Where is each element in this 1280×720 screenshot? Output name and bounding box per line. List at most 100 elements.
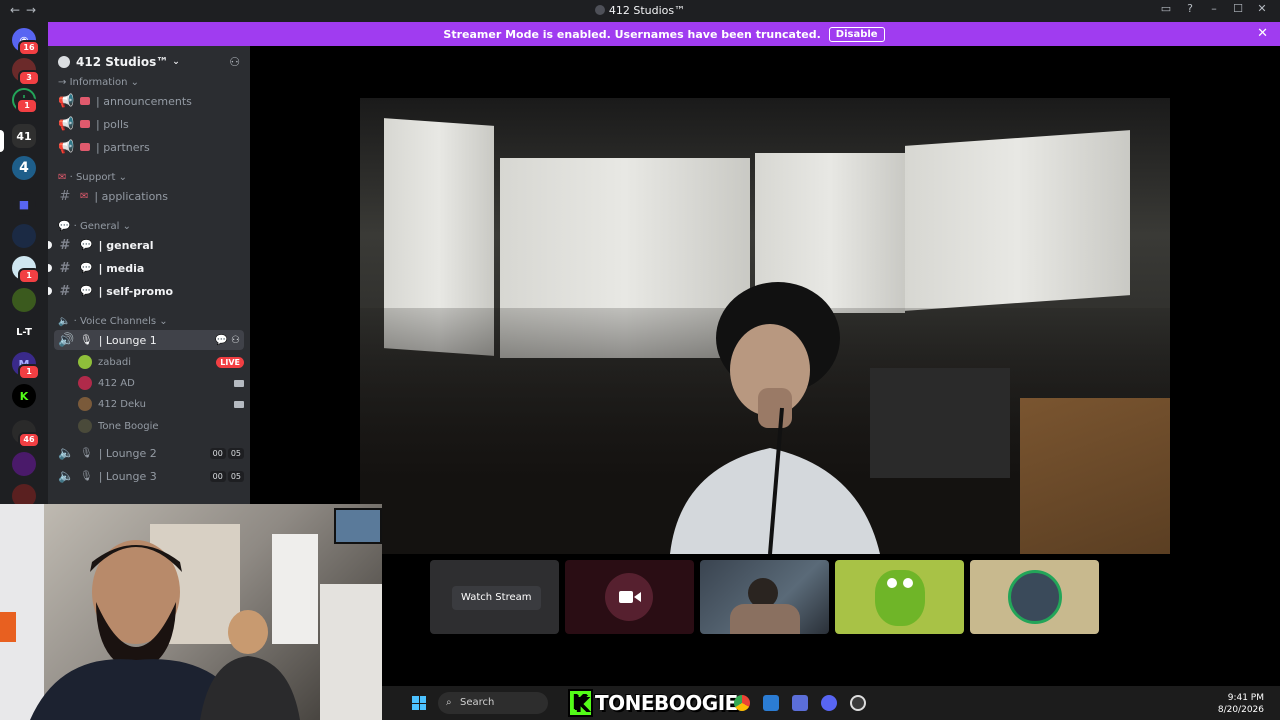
megaphone-icon: 📢	[58, 116, 75, 132]
chrome-icon[interactable]	[734, 695, 750, 711]
channel-label: | Lounge 2	[98, 446, 157, 460]
unread-indicator	[48, 241, 52, 249]
server-icon-4[interactable]: 4	[12, 156, 36, 180]
badge: 16	[18, 40, 40, 56]
badge: 1	[16, 98, 38, 114]
guild-icon	[58, 56, 70, 68]
channel-partners[interactable]: 📢 | partners	[58, 137, 244, 157]
voice-channel-lounge-3[interactable]: 🔈 🎙 | Lounge 3 00 05	[58, 466, 244, 486]
help-icon[interactable]: ?	[1178, 2, 1202, 15]
server-icon-9[interactable]: 46	[12, 420, 40, 448]
hash-icon: #	[59, 283, 71, 299]
chat-and-invite-icons[interactable]: 💬 ⚇	[215, 335, 244, 346]
app-icon-2[interactable]	[850, 695, 866, 711]
close-icon[interactable]: ✕	[1257, 26, 1268, 41]
watch-stream-button[interactable]: Watch Stream	[452, 586, 541, 610]
voice-user-zabadi[interactable]: zabadi LIVE	[78, 352, 244, 372]
participant-tile-tone-boogie[interactable]	[970, 560, 1099, 634]
voice-channel-lounge-1[interactable]: 🔊 🎙 | Lounge 1 💬 ⚇	[54, 330, 244, 350]
category-label: Information	[69, 77, 128, 88]
category-general[interactable]: 💬 · General ⌄	[58, 221, 131, 232]
video-scene	[334, 508, 382, 544]
microphone-icon: 🎙	[80, 447, 93, 459]
server-icon-5[interactable]	[12, 224, 36, 248]
channel-label: | partners	[96, 140, 150, 154]
streamer-person	[670, 282, 880, 554]
taskbar-search[interactable]: ⌕ Search	[438, 692, 548, 714]
user-name: zabadi	[98, 356, 131, 368]
channel-announcements[interactable]: 📢 | announcements	[58, 91, 244, 111]
voice-user-412-ad[interactable]: 412 AD	[78, 373, 244, 393]
channel-label: | general	[98, 238, 154, 252]
speaker-icon: 🔈	[58, 316, 71, 327]
guild-header[interactable]: 412 Studios™ ⌄ ⚇	[48, 46, 250, 78]
screen: ←→ 412 Studios™ ▭ ? – ☐ ✕ ◉16 3 +1 41 4 …	[0, 0, 1280, 720]
disable-button[interactable]: Disable	[828, 26, 885, 42]
stream-tile[interactable]: Watch Stream	[430, 560, 559, 634]
server-icon-kick[interactable]: K	[12, 384, 36, 408]
voice-user-tone-boogie[interactable]: Tone Boogie	[78, 416, 244, 436]
server-icon-7[interactable]	[12, 288, 36, 312]
voice-channel-lounge-2[interactable]: 🔈 🎙 | Lounge 2 00 05	[58, 443, 244, 463]
unread-indicator	[48, 287, 52, 295]
category-support[interactable]: ✉ · Support ⌄	[58, 172, 127, 183]
channel-polls[interactable]: 📢 | polls	[58, 114, 244, 134]
channel-self-promo[interactable]: # 💬 | self-promo	[48, 281, 244, 301]
mail-icon[interactable]	[763, 695, 779, 711]
minimize-icon[interactable]: –	[1202, 2, 1226, 15]
inbox-icon[interactable]: ▭	[1154, 2, 1178, 15]
taskbar-clock[interactable]: 9:41 PM 8/20/2026	[1218, 692, 1264, 716]
user-limit: 00 05	[209, 447, 244, 459]
streamer-mode-banner: Streamer Mode is enabled. Usernames have…	[48, 22, 1280, 46]
channel-label: | applications	[94, 189, 169, 203]
discord-icon[interactable]	[821, 695, 837, 711]
avatar	[78, 397, 92, 411]
participant-tile-zabadi[interactable]	[835, 560, 964, 634]
voice-user-412-deku[interactable]: 412 Deku	[78, 394, 244, 414]
selected-indicator	[0, 130, 4, 152]
participant-tile-412-ad[interactable]	[565, 560, 694, 634]
channel-logo-text: TONEBOOGIE	[595, 691, 738, 715]
avatar	[78, 419, 92, 433]
server-icon-m[interactable]: M1	[12, 352, 40, 380]
server-icon-6[interactable]: 1	[12, 256, 40, 284]
speech-bubble-icon: 💬	[58, 221, 71, 232]
microphone-icon: 🎙	[80, 470, 93, 482]
badge: 3	[18, 70, 40, 86]
channel-applications[interactable]: # ✉ | applications	[58, 186, 244, 206]
server-icon-10[interactable]	[12, 452, 36, 476]
channel-media[interactable]: # 💬 | media	[48, 258, 244, 278]
home-discord-icon[interactable]: ◉16	[12, 28, 40, 56]
megaphone-icon: 📢	[58, 139, 75, 155]
close-window-icon[interactable]: ✕	[1250, 2, 1274, 15]
folder-icon[interactable]: ■	[12, 192, 36, 216]
category-label: Voice Channels	[80, 316, 157, 327]
channel-label: | self-promo	[98, 284, 174, 298]
category-information[interactable]: → Information ⌄	[58, 77, 139, 88]
avatar	[887, 578, 897, 588]
search-icon: ⌕	[446, 697, 452, 708]
server-icon-412[interactable]: 41	[12, 124, 36, 148]
user-name: Tone Boogie	[98, 420, 159, 432]
count: 00	[209, 470, 226, 482]
video-scene	[730, 604, 800, 634]
participant-tile-412-deku[interactable]	[700, 560, 829, 634]
channel-label: | Lounge 3	[98, 469, 157, 483]
add-server-icon[interactable]: +1	[12, 88, 38, 114]
maximize-icon[interactable]: ☐	[1226, 2, 1250, 15]
avatar	[78, 376, 92, 390]
megaphone-icon: 📢	[58, 93, 75, 109]
hash-icon: #	[59, 260, 71, 276]
main-video-feed[interactable]	[360, 98, 1170, 554]
app-icon[interactable]	[792, 695, 808, 711]
server-icon-1[interactable]: 3	[12, 58, 40, 86]
windows-start-icon[interactable]	[412, 696, 426, 710]
channel-general[interactable]: # 💬 | general	[48, 235, 244, 255]
speaker-icon: 🔈	[58, 445, 75, 461]
category-label: Support	[75, 172, 116, 183]
window-title: 412 Studios™	[0, 4, 1280, 17]
count: 00	[209, 447, 226, 459]
category-voice[interactable]: 🔈 · Voice Channels ⌄	[58, 316, 168, 327]
invite-people-icon[interactable]: ⚇	[229, 55, 240, 69]
server-icon-lt[interactable]: L-T	[12, 320, 36, 344]
